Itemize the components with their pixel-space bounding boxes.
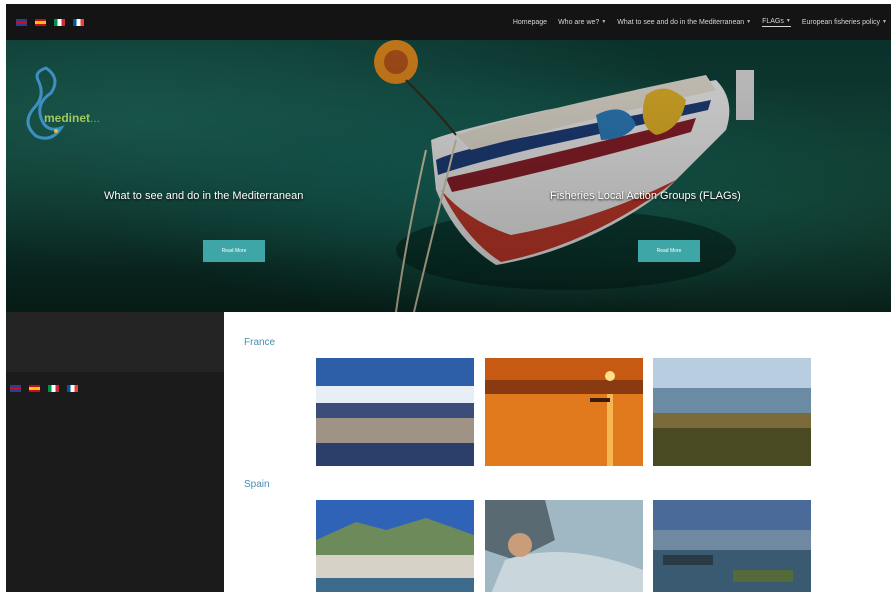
uk-flag-icon[interactable]: [10, 385, 21, 392]
chevron-down-icon: ▼: [882, 19, 887, 25]
language-selector: [16, 18, 84, 26]
top-navigation-bar: Homepage Who are we? ▼ What to see and do…: [6, 4, 891, 40]
nav-label: European fisheries policy: [801, 18, 881, 26]
main-content: France Spain: [224, 312, 891, 592]
seaside-town-photo[interactable]: [316, 500, 474, 592]
read-more-button[interactable]: Read More: [203, 240, 265, 262]
section-title-france: France: [244, 337, 276, 348]
nav-european-fisheries-policy[interactable]: European fisheries policy ▼: [802, 19, 887, 26]
italy-flag-icon[interactable]: [48, 385, 59, 392]
sunset-sea-photo[interactable]: [485, 358, 643, 466]
logo-text-secondary: ...: [90, 111, 101, 125]
uk-flag-icon[interactable]: [16, 18, 27, 26]
italy-flag-icon[interactable]: [54, 18, 65, 26]
logo-wordmark: medinet...: [44, 111, 100, 125]
logo-text-primary: medinet: [44, 111, 91, 125]
sidebar: [6, 312, 224, 592]
chevron-down-icon: ▼: [746, 19, 752, 25]
chevron-down-icon: ▼: [601, 19, 607, 25]
chevron-down-icon: ▼: [785, 18, 791, 24]
nav-label: FLAGs: [762, 17, 784, 25]
hero-slider: medinet... What to see and do in the Med…: [6, 40, 891, 312]
spain-flag-icon[interactable]: [29, 385, 40, 392]
sidebar-language-selector: [10, 385, 78, 392]
hero-caption-mediterranean: What to see and do in the Mediterranean: [104, 190, 304, 202]
fisherman-net-photo[interactable]: [485, 500, 643, 592]
port-boats-photo[interactable]: [653, 500, 811, 592]
france-flag-icon[interactable]: [67, 385, 78, 392]
nav-homepage[interactable]: Homepage: [513, 19, 547, 26]
seahorse-logo-icon: [26, 66, 65, 140]
main-menu: Homepage Who are we? ▼ What to see and do…: [513, 4, 887, 40]
read-more-button[interactable]: Read More: [638, 240, 700, 262]
nav-label: Homepage: [512, 18, 548, 26]
france-flag-icon[interactable]: [73, 18, 84, 26]
nav-label: Who are we?: [558, 18, 600, 26]
nav-flags[interactable]: FLAGs ▼: [762, 18, 791, 27]
site-logo[interactable]: medinet...: [16, 58, 146, 148]
spain-flag-icon[interactable]: [35, 18, 46, 26]
hero-caption-flags: Fisheries Local Action Groups (FLAGs): [550, 190, 741, 202]
nav-label: What to see and do in the Mediterranean: [617, 18, 745, 26]
nav-what-to-see[interactable]: What to see and do in the Mediterranean ▼: [617, 19, 751, 26]
nav-who-are-we[interactable]: Who are we? ▼: [558, 19, 606, 26]
coastal-lagoon-photo[interactable]: [653, 358, 811, 466]
harbour-town-photo[interactable]: [316, 358, 474, 466]
section-title-spain: Spain: [244, 479, 270, 490]
sidebar-header: [6, 312, 224, 372]
